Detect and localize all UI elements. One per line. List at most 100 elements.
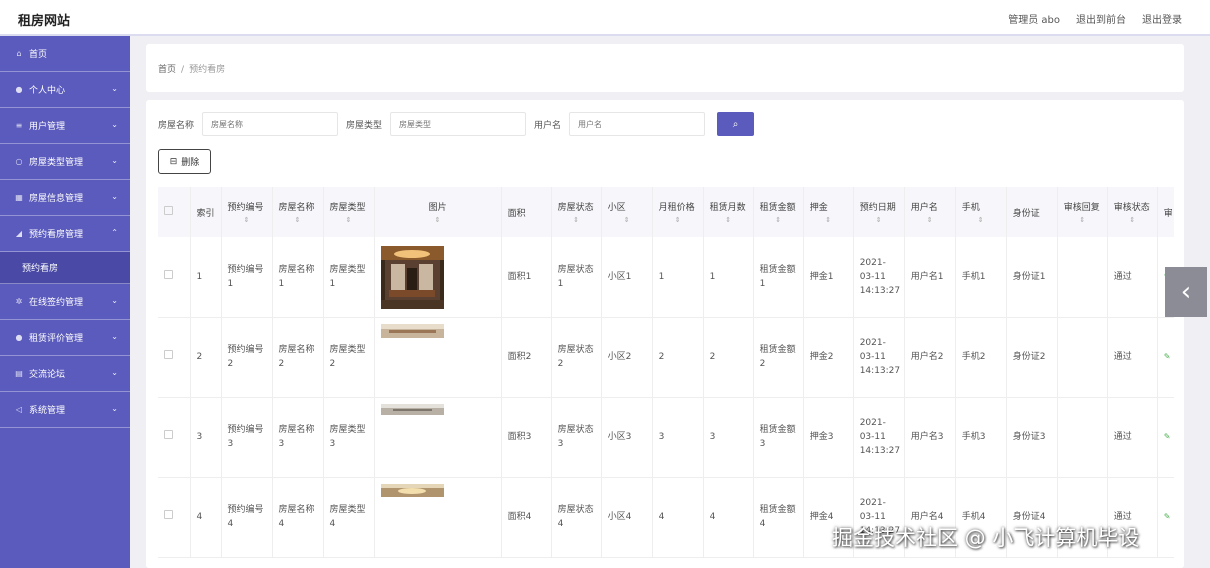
cell-status: 房屋状态2	[551, 317, 602, 398]
sidebar-subitem-appointment[interactable]: 预约看房	[0, 252, 130, 284]
sort-icon[interactable]: ⇕	[911, 216, 949, 224]
home-icon: ⌂	[16, 49, 22, 58]
column-header[interactable]: 预约日期 ⇕	[853, 187, 905, 237]
house-photo[interactable]	[380, 483, 444, 502]
sort-icon[interactable]: ⇕	[659, 216, 697, 224]
house-photo[interactable]	[380, 245, 444, 314]
column-header[interactable]: 小区 ⇕	[601, 187, 653, 237]
action-cell[interactable]: ✎	[1157, 317, 1174, 398]
sort-icon[interactable]: ⇕	[860, 216, 898, 224]
column-header[interactable]: 预约编号 ⇕	[221, 187, 273, 237]
column-header[interactable]: 图片 ⇕	[374, 187, 502, 237]
action-cell[interactable]: ✎	[1157, 477, 1174, 558]
sidebar-item[interactable]: ≡ 用户管理 ⌄	[0, 108, 130, 144]
action-cell[interactable]: ✎	[1157, 397, 1174, 478]
sidebar-item-label: 在线签约管理	[29, 298, 84, 308]
column-header-label: 面积	[507, 208, 526, 219]
column-header[interactable]: 押金 ⇕	[803, 187, 854, 237]
column-header[interactable]: 索引	[190, 187, 222, 237]
chevron-icon: ⌄	[111, 332, 118, 341]
cell-months: 2	[703, 317, 754, 398]
table-wrap: 索引 预约编号 ⇕ 房屋名称 ⇕ 房屋类型 ⇕ 图片 ⇕ 面积 房屋状态 ⇕ 小区 ⇕ 月租价格 ⇕ 租赁月数 ⇕…	[158, 187, 1174, 568]
column-header-label: 房屋状态	[557, 203, 594, 213]
cell-phone: 手机2	[955, 317, 1007, 398]
house-photo[interactable]	[380, 323, 444, 343]
sort-icon[interactable]: ⇕	[710, 216, 747, 224]
delete-button[interactable]: ⊟ 删除	[158, 149, 211, 174]
column-header-label: 图片	[428, 203, 447, 213]
row-checkbox[interactable]	[164, 350, 173, 359]
column-header[interactable]: 用户名 ⇕	[904, 187, 956, 237]
column-header[interactable]: 手机 ⇕	[955, 187, 1007, 237]
sort-icon[interactable]: ⇕	[962, 216, 1000, 224]
row-select-cell	[158, 237, 191, 318]
sidebar-item[interactable]: ✲ 在线签约管理 ⌄	[0, 284, 130, 320]
sort-icon[interactable]: ⇕	[810, 216, 847, 224]
edit-icon[interactable]: ✎	[1164, 432, 1171, 441]
row-checkbox[interactable]	[164, 269, 173, 279]
column-header[interactable]: 租赁月数 ⇕	[703, 187, 754, 237]
column-header[interactable]: 月租价格 ⇕	[652, 187, 704, 237]
username-input[interactable]	[569, 112, 706, 136]
cell-amount: 租赁金额1	[753, 237, 804, 318]
column-header[interactable]: 房屋名称 ⇕	[272, 187, 324, 237]
column-header[interactable]: 房屋状态 ⇕	[551, 187, 602, 237]
search-row: 房屋名称 房屋类型 用户名 ⌕	[158, 112, 755, 136]
sort-icon[interactable]: ⇕	[279, 216, 317, 224]
table-row[interactable]: 1 预约编号1 房屋名称1 房屋类型1 面积1 房屋状态1 小区1 1 1 租赁金额1 押金1 202…	[158, 237, 1174, 318]
sidebar-item[interactable]: ▤ 交流论坛 ⌄	[0, 356, 130, 392]
sidebar-item[interactable]: ● 租赁评价管理 ⌄	[0, 320, 130, 356]
sort-icon[interactable]: ⇕	[558, 216, 595, 224]
chevron-icon: ⌄	[111, 296, 118, 305]
sidebar: ⌂ 首页 ● 个人中心 ⌄ ≡ 用户管理 ⌄ ○ 房屋类型管理 ⌄ ▦ 房屋信息管理 ⌄ ◢ 预约看房管理 ⌃ 预…	[0, 36, 130, 568]
delete-button-label: 删除	[181, 158, 200, 168]
table-body: 1 预约编号1 房屋名称1 房屋类型1 面积1 房屋状态1 小区1 1 1 租赁金额1 押金1 202…	[158, 237, 1174, 558]
sort-icon[interactable]: ⇕	[381, 216, 495, 224]
house-name-input[interactable]	[202, 112, 339, 136]
house-photo[interactable]	[380, 403, 444, 420]
column-header[interactable]: 房屋类型 ⇕	[323, 187, 375, 237]
sidebar-item[interactable]: ◁ 系统管理 ⌄	[0, 392, 130, 428]
column-header[interactable]: 审核状态 ⇕	[1107, 187, 1158, 237]
back-to-front-link[interactable]: 退出到前台	[1076, 11, 1126, 26]
side-drawer-toggle[interactable]: ‹	[1165, 267, 1207, 317]
table-row[interactable]: 2 预约编号2 房屋名称2 房屋类型2 面积2 房屋状态2 小区2 2 2 租赁金额2 押金2 202…	[158, 317, 1174, 398]
sort-icon[interactable]: ⇕	[760, 216, 797, 224]
row-checkbox[interactable]	[164, 510, 173, 519]
sidebar-item[interactable]: ○ 房屋类型管理 ⌄	[0, 144, 130, 180]
chevron-icon: ⌄	[111, 368, 118, 377]
sort-icon[interactable]: ⇕	[330, 216, 368, 224]
sidebar-item[interactable]: ▦ 房屋信息管理 ⌄	[0, 180, 130, 216]
column-header[interactable]: 审	[1157, 187, 1174, 237]
sidebar-item[interactable]: ⌂ 首页	[0, 36, 130, 72]
column-header[interactable]: 租赁金额 ⇕	[753, 187, 804, 237]
search-button[interactable]: ⌕	[717, 112, 755, 136]
edit-icon[interactable]: ✎	[1164, 352, 1171, 361]
breadcrumb-home[interactable]: 首页	[158, 65, 176, 75]
gear-icon: ✲	[15, 297, 23, 306]
logout-link[interactable]: 退出登录	[1142, 11, 1182, 26]
column-header[interactable]: 身份证	[1006, 187, 1058, 237]
table-row[interactable]: 3 预约编号3 房屋名称3 房屋类型3 面积3 房屋状态3 小区3 3 3 租赁金额3 押金3 202…	[158, 397, 1174, 478]
sort-icon[interactable]: ⇕	[228, 216, 266, 224]
cell-type: 房屋类型3	[323, 397, 375, 478]
user-icon: ●	[15, 85, 23, 94]
admin-label[interactable]: 管理员 abo	[1008, 11, 1060, 26]
sort-icon[interactable]: ⇕	[1064, 216, 1101, 224]
top-nav: 管理员 abo 退出到前台 退出登录	[1008, 11, 1182, 26]
house-type-input[interactable]	[390, 112, 527, 136]
cell-no: 预约编号2	[221, 317, 273, 398]
edit-icon[interactable]: ✎	[1164, 512, 1171, 521]
cell-type: 房屋类型2	[323, 317, 375, 398]
cell-idx: 3	[190, 397, 222, 478]
row-checkbox[interactable]	[164, 430, 173, 439]
column-header[interactable]: 审核回复 ⇕	[1057, 187, 1108, 237]
cell-area: 面积1	[501, 237, 552, 318]
sidebar-item[interactable]: ◢ 预约看房管理 ⌃	[0, 216, 130, 252]
sort-icon[interactable]: ⇕	[1114, 216, 1151, 224]
sidebar-item[interactable]: ● 个人中心 ⌄	[0, 72, 130, 108]
sort-icon[interactable]: ⇕	[608, 216, 646, 224]
column-header[interactable]: 面积	[501, 187, 552, 237]
select-all-checkbox[interactable]	[164, 206, 173, 215]
chat-icon: ▤	[15, 369, 23, 378]
